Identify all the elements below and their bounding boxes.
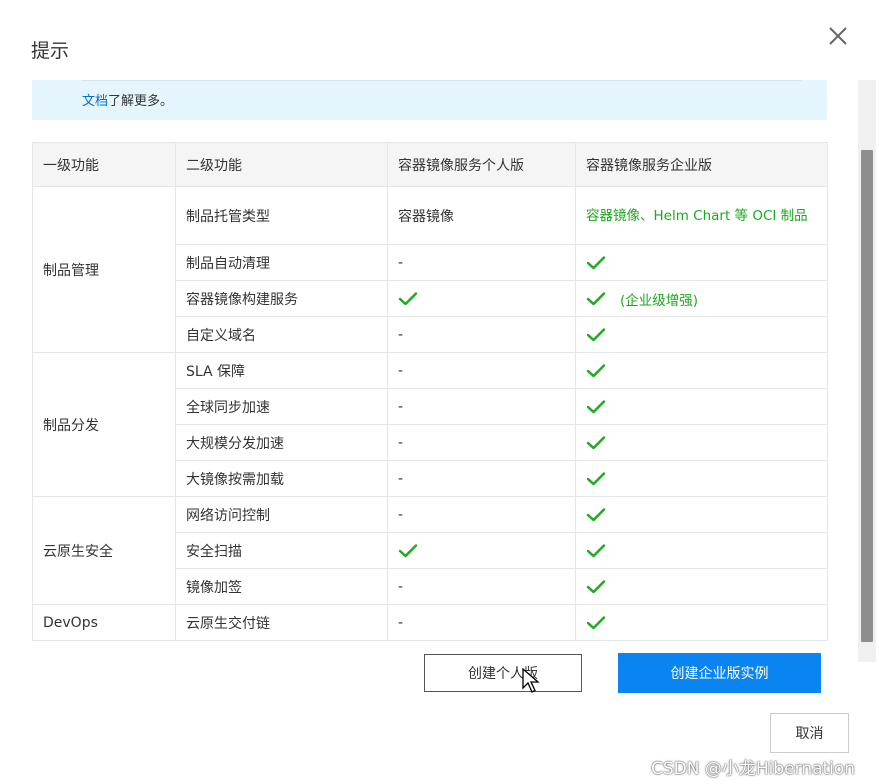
mouse-cursor-icon — [522, 668, 540, 693]
enterprise-cell — [575, 424, 828, 461]
feature-name: 大镜像按需加载 — [175, 460, 388, 497]
enterprise-cell: 容器镜像、Helm Chart 等 OCI 制品 — [575, 186, 828, 245]
group-name: 制品分发 — [32, 352, 176, 497]
check-icon — [398, 291, 418, 305]
personal-cell: 容器镜像 — [387, 186, 576, 245]
personal-value: - — [398, 326, 404, 343]
personal-value: - — [398, 614, 404, 631]
check-icon — [586, 435, 606, 449]
notice-text: 了解更多。 — [108, 94, 174, 109]
feature-name: SLA 保障 — [175, 352, 388, 389]
check-icon — [586, 579, 606, 593]
feature-name: 制品自动清理 — [175, 244, 388, 281]
check-icon — [586, 363, 606, 377]
personal-cell: - — [387, 568, 576, 605]
personal-value: - — [398, 362, 404, 379]
personal-value: - — [398, 506, 404, 523]
personal-cell: - — [387, 460, 576, 497]
check-icon — [586, 615, 606, 629]
scrollbar-thumb[interactable] — [861, 150, 873, 642]
feature-comparison-table: 一级功能 二级功能 容器镜像服务个人版 容器镜像服务企业版 制品管理 制品托管类型… — [32, 142, 828, 641]
personal-value: - — [398, 254, 404, 271]
enterprise-cell — [575, 496, 828, 533]
dialog: 提示 文档了解更多。 一级功能 二级功能 容器镜像服务个人版 容器镜像服务企业版… — [0, 0, 879, 784]
enterprise-note: (企业级增强) — [620, 292, 699, 309]
check-icon — [398, 543, 418, 557]
feature-name: 镜像加签 — [175, 568, 388, 605]
personal-value: 容器镜像 — [398, 208, 454, 225]
enterprise-cell — [575, 244, 828, 281]
table-row: 制品分发 SLA 保障 - — [32, 352, 828, 497]
table-header-row: 一级功能 二级功能 容器镜像服务个人版 容器镜像服务企业版 — [32, 142, 828, 187]
group-name: DevOps — [32, 604, 176, 641]
cancel-button[interactable]: 取消 — [770, 713, 849, 753]
header-level2: 二级功能 — [175, 142, 388, 187]
personal-cell: - — [387, 244, 576, 281]
docs-link[interactable]: 文档 — [82, 94, 108, 109]
enterprise-cell — [575, 568, 828, 605]
enterprise-value: 容器镜像、Helm Chart 等 OCI 制品 — [586, 207, 808, 224]
personal-value: - — [398, 434, 404, 451]
check-icon — [586, 291, 606, 305]
feature-name: 云原生交付链 — [175, 604, 388, 641]
header-personal: 容器镜像服务个人版 — [387, 142, 576, 187]
feature-name: 安全扫描 — [175, 532, 388, 569]
table-row: 制品管理 制品托管类型 容器镜像 容器镜像、Helm Chart 等 OCI 制品 — [32, 186, 828, 353]
feature-name: 网络访问控制 — [175, 496, 388, 533]
personal-cell: - — [387, 352, 576, 389]
enterprise-cell — [575, 316, 828, 353]
table-row: DevOps 云原生交付链 - — [32, 604, 828, 641]
info-notice: 文档了解更多。 — [32, 80, 827, 120]
check-icon — [586, 399, 606, 413]
personal-cell: - — [387, 604, 576, 641]
table-row: 云原生安全 网络访问控制 - — [32, 496, 828, 605]
check-icon — [586, 507, 606, 521]
feature-name: 自定义域名 — [175, 316, 388, 353]
personal-value: - — [398, 470, 404, 487]
feature-name: 全球同步加速 — [175, 388, 388, 425]
close-icon — [829, 27, 847, 45]
watermark: CSDN @小龙Hibernation — [651, 759, 856, 779]
check-icon — [586, 543, 606, 557]
group-name: 云原生安全 — [32, 496, 176, 605]
feature-name: 容器镜像构建服务 — [175, 280, 388, 317]
table-body: 制品管理 制品托管类型 容器镜像 容器镜像、Helm Chart 等 OCI 制品 制品… — [32, 186, 828, 641]
personal-value: - — [398, 398, 404, 415]
enterprise-cell — [575, 352, 828, 389]
enterprise-cell — [575, 604, 828, 641]
personal-cell: - — [387, 388, 576, 425]
enterprise-cell — [575, 388, 828, 425]
dialog-title: 提示 — [31, 40, 70, 62]
check-icon — [586, 255, 606, 269]
header-enterprise: 容器镜像服务企业版 — [575, 142, 828, 187]
personal-cell: - — [387, 316, 576, 353]
close-button[interactable] — [824, 22, 852, 50]
personal-cell: - — [387, 496, 576, 533]
personal-value: - — [398, 578, 404, 595]
check-icon — [586, 471, 606, 485]
enterprise-cell — [575, 460, 828, 497]
enterprise-cell: (企业级增强) — [575, 280, 828, 317]
personal-cell — [387, 280, 576, 317]
create-personal-button[interactable]: 创建个人版 — [424, 654, 582, 692]
personal-cell: - — [387, 424, 576, 461]
create-enterprise-button[interactable]: 创建企业版实例 — [618, 653, 821, 693]
personal-cell — [387, 532, 576, 569]
check-icon — [586, 327, 606, 341]
notice-clipped-line — [82, 80, 802, 82]
feature-name: 大规模分发加速 — [175, 424, 388, 461]
header-level1: 一级功能 — [32, 142, 176, 187]
group-name: 制品管理 — [32, 186, 176, 353]
enterprise-cell — [575, 532, 828, 569]
feature-name: 制品托管类型 — [175, 186, 388, 245]
